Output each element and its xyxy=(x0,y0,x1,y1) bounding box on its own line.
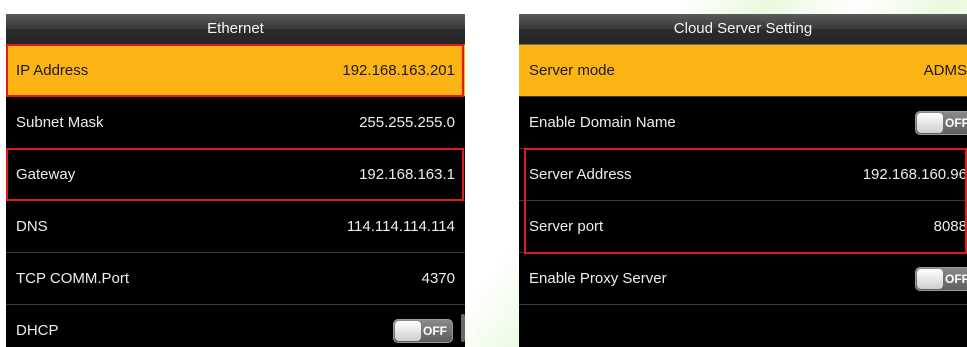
ethernet-row-tcp-comm-port[interactable]: TCP COMM.Port 4370 xyxy=(6,253,465,305)
cloud-server-title: Cloud Server Setting xyxy=(519,14,967,45)
enable-proxy-server-toggle[interactable]: OFF xyxy=(915,267,967,291)
row-value: 8088 xyxy=(933,218,967,235)
ethernet-row-gateway[interactable]: Gateway 192.168.163.1 xyxy=(6,149,465,201)
row-label: DHCP xyxy=(16,322,59,339)
row-value: 192.168.163.201 xyxy=(342,62,455,79)
ethernet-panel: Ethernet IP Address 192.168.163.201 Subn… xyxy=(6,14,465,347)
ethernet-title: Ethernet xyxy=(6,14,465,45)
cloud-row-server-port[interactable]: Server port 8088 xyxy=(519,201,967,253)
ethernet-row-dhcp[interactable]: DHCP OFF xyxy=(6,305,465,347)
cloud-row-enable-domain-name[interactable]: Enable Domain Name OFF xyxy=(519,97,967,149)
row-value: 192.168.160.96 xyxy=(862,166,967,183)
toggle-knob xyxy=(917,269,943,289)
row-value: 4370 xyxy=(421,270,455,287)
ethernet-row-subnet-mask[interactable]: Subnet Mask 255.255.255.0 xyxy=(6,97,465,149)
cloud-server-panel: Cloud Server Setting Server mode ADMS En… xyxy=(519,14,967,347)
row-value: 192.168.163.1 xyxy=(359,166,455,183)
cloud-row-server-address[interactable]: Server Address 192.168.160.96 xyxy=(519,149,967,201)
row-label: TCP COMM.Port xyxy=(16,270,130,287)
row-value: 114.114.114.114 xyxy=(346,218,455,235)
ethernet-row-ip-address[interactable]: IP Address 192.168.163.201 xyxy=(6,45,465,97)
scrollbar[interactable] xyxy=(461,314,465,342)
dhcp-toggle[interactable]: OFF xyxy=(393,319,453,343)
toggle-state: OFF xyxy=(945,272,967,286)
row-label: Enable Proxy Server xyxy=(529,270,667,287)
cloud-row-server-mode[interactable]: Server mode ADMS xyxy=(519,45,967,97)
row-label: DNS xyxy=(16,218,48,235)
row-value: ADMS xyxy=(923,62,967,79)
row-label: IP Address xyxy=(16,62,89,79)
cloud-row-enable-proxy-server[interactable]: Enable Proxy Server OFF xyxy=(519,253,967,305)
toggle-knob xyxy=(395,321,421,341)
row-label: Enable Domain Name xyxy=(529,114,676,131)
row-label: Subnet Mask xyxy=(16,114,104,131)
toggle-knob xyxy=(917,113,943,133)
row-label: Server mode xyxy=(529,62,615,79)
row-label: Gateway xyxy=(16,166,76,183)
row-label: Server port xyxy=(529,218,604,235)
row-value: 255.255.255.0 xyxy=(359,114,455,131)
ethernet-row-dns[interactable]: DNS 114.114.114.114 xyxy=(6,201,465,253)
enable-domain-name-toggle[interactable]: OFF xyxy=(915,111,967,135)
toggle-state: OFF xyxy=(423,324,447,338)
row-label: Server Address xyxy=(529,166,632,183)
toggle-state: OFF xyxy=(945,116,967,130)
